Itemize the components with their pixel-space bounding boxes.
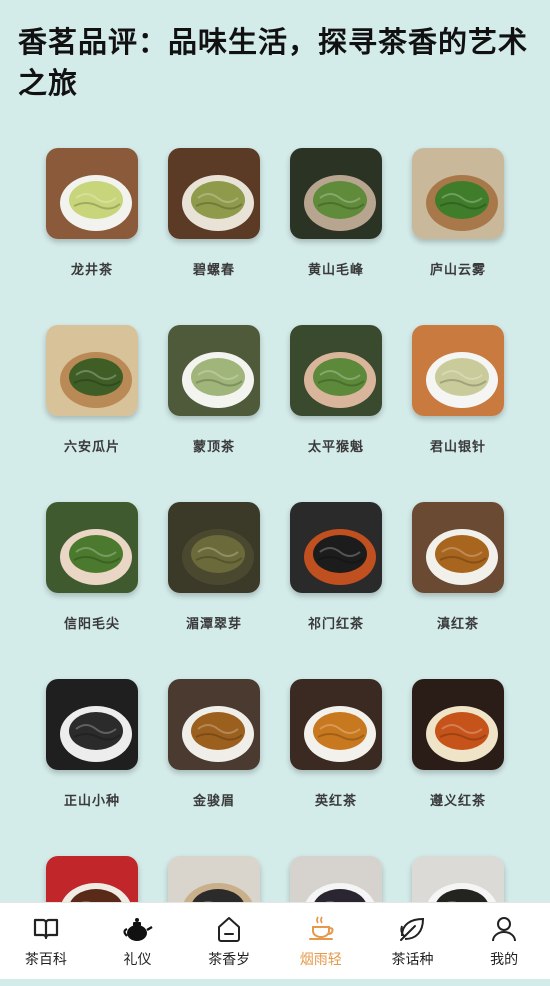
tea-thumbnail[interactable] — [46, 502, 138, 593]
tea-thumbnail[interactable] — [46, 148, 138, 239]
tea-name: 祁门红茶 — [307, 617, 364, 632]
nav-item-home[interactable]: 茶香岁 — [184, 913, 275, 969]
tea-grid: 龙井茶 碧螺春 黄山毛峰 庐山云雾六安瓜片 蒙顶茶 太平猴魁 君山银针信阳毛尖 湄潭翠芽 祁门红… — [0, 148, 550, 986]
teapot-icon — [121, 913, 154, 945]
tea-thumbnail[interactable] — [412, 325, 504, 416]
teacup-icon — [305, 913, 337, 945]
tea-item[interactable]: 湄潭翠芽 — [153, 502, 275, 632]
tea-item[interactable]: 碧螺春 — [153, 148, 275, 278]
tea-thumbnail[interactable] — [46, 325, 138, 416]
tea-item[interactable]: 信阳毛尖 — [31, 502, 153, 632]
tea-thumbnail[interactable] — [168, 325, 260, 416]
tea-item[interactable]: 太平猴魁 — [275, 325, 397, 455]
tea-thumbnail[interactable] — [412, 502, 504, 593]
nav-item-leaf[interactable]: 茶话种 — [367, 913, 458, 969]
tea-name: 滇红茶 — [436, 617, 479, 632]
tea-name: 龙井茶 — [70, 263, 113, 278]
tea-name: 太平猴魁 — [307, 440, 364, 455]
tea-item[interactable]: 黄山毛峰 — [275, 148, 397, 278]
nav-label: 茶百科 — [24, 952, 67, 968]
tea-item[interactable]: 祁门红茶 — [275, 502, 397, 632]
tea-thumbnail[interactable] — [290, 502, 382, 593]
tea-name: 庐山云雾 — [429, 263, 486, 278]
tea-name: 蒙顶茶 — [192, 440, 235, 455]
tea-item[interactable]: 英红茶 — [275, 679, 397, 809]
tea-thumbnail[interactable] — [168, 679, 260, 770]
tea-name: 君山银针 — [429, 440, 486, 455]
nav-label: 烟雨轻 — [299, 952, 342, 968]
tea-thumbnail[interactable] — [290, 679, 382, 770]
tea-name: 英红茶 — [314, 794, 357, 809]
tea-item[interactable]: 庐山云雾 — [397, 148, 519, 278]
tea-name: 遵义红茶 — [429, 794, 486, 809]
tea-thumbnail[interactable] — [290, 325, 382, 416]
leaf-icon — [396, 913, 428, 945]
bottom-navigation: 茶百科 礼仪 茶香岁 烟雨轻 茶话种 我的 — [0, 902, 550, 979]
home-icon — [213, 913, 245, 945]
tea-name: 金骏眉 — [192, 794, 235, 809]
tea-name: 信阳毛尖 — [63, 617, 120, 632]
nav-item-book[interactable]: 茶百科 — [0, 913, 91, 969]
tea-item[interactable]: 龙井茶 — [31, 148, 153, 278]
nav-label: 我的 — [490, 952, 519, 968]
tea-item[interactable]: 滇红茶 — [397, 502, 519, 632]
tea-name: 正山小种 — [63, 794, 120, 809]
tea-name: 湄潭翠芽 — [185, 617, 242, 632]
tea-item[interactable]: 遵义红茶 — [397, 679, 519, 809]
tea-thumbnail[interactable] — [168, 502, 260, 593]
nav-item-user[interactable]: 我的 — [459, 913, 550, 969]
nav-label: 茶话种 — [391, 952, 434, 968]
nav-label: 礼仪 — [123, 952, 152, 968]
tea-thumbnail[interactable] — [290, 148, 382, 239]
book-icon — [30, 913, 62, 945]
tea-name: 碧螺春 — [192, 263, 235, 278]
tea-thumbnail[interactable] — [168, 148, 260, 239]
tea-thumbnail[interactable] — [46, 679, 138, 770]
page-title: 香茗品评：品味生活，探寻茶香的艺术之旅 — [18, 25, 529, 100]
nav-item-teapot[interactable]: 礼仪 — [92, 913, 183, 969]
tea-item[interactable]: 君山银针 — [397, 325, 519, 455]
tea-name: 六安瓜片 — [63, 440, 120, 455]
tea-thumbnail[interactable] — [412, 679, 504, 770]
nav-item-teacup[interactable]: 烟雨轻 — [275, 913, 366, 969]
tea-thumbnail[interactable] — [412, 148, 504, 239]
tea-item[interactable]: 蒙顶茶 — [153, 325, 275, 455]
user-icon — [488, 913, 520, 945]
tea-item[interactable]: 六安瓜片 — [31, 325, 153, 455]
tea-name: 黄山毛峰 — [307, 263, 364, 278]
tea-item[interactable]: 金骏眉 — [153, 679, 275, 809]
tea-item[interactable]: 正山小种 — [31, 679, 153, 809]
nav-label: 茶香岁 — [208, 952, 251, 968]
